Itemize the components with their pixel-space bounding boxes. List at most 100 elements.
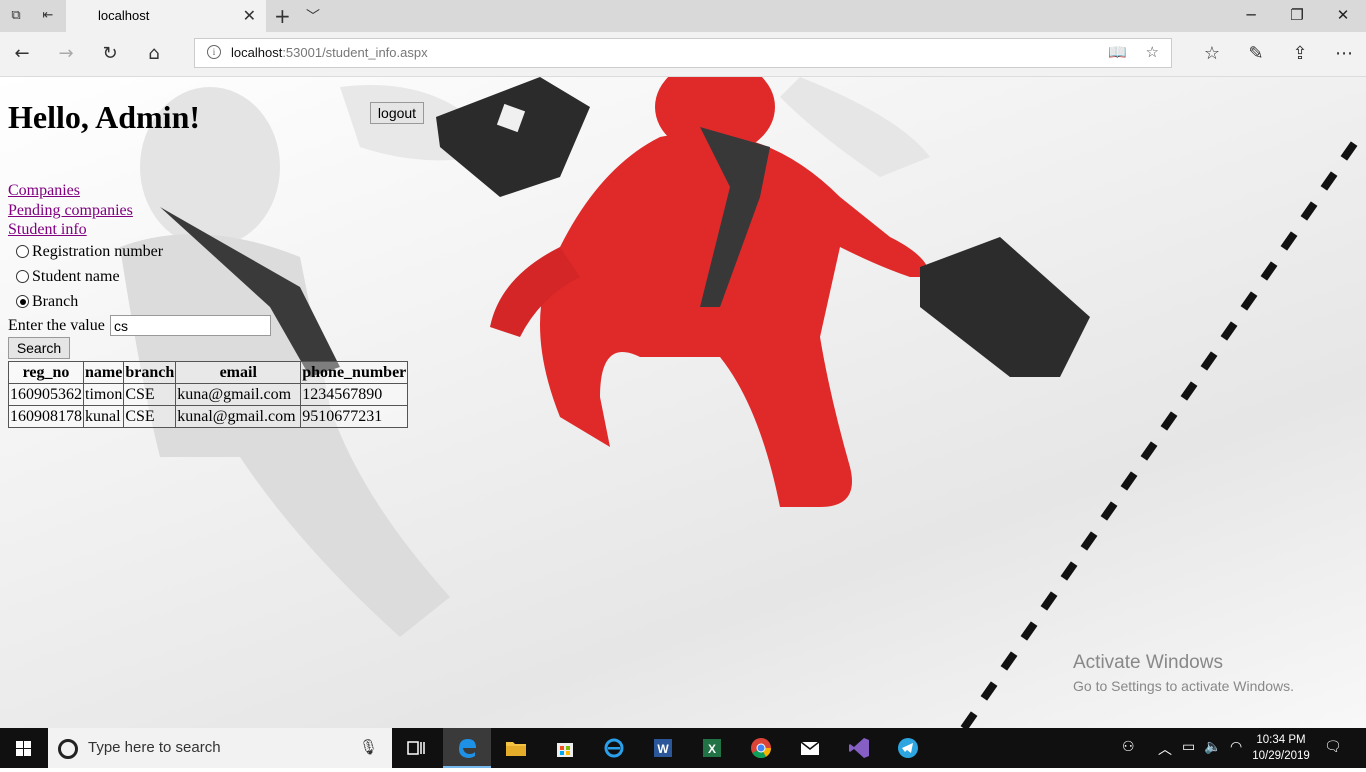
- taskbar: Type here to search 🎙 W X ⚇ ︿ ▭ 🔈 ◠ 10:3…: [0, 728, 1366, 768]
- edge-icon: [459, 739, 476, 758]
- watermark-subtitle: Go to Settings to activate Windows.: [1073, 678, 1294, 694]
- chrome-icon: [751, 738, 772, 759]
- taskbar-excel[interactable]: X: [688, 728, 736, 768]
- nav-bar: ← → ↻ ⌂ i localhost:53001/student_info.a…: [0, 32, 1366, 77]
- show-hidden-icons[interactable]: ︿: [1158, 739, 1172, 759]
- cortana-icon: [58, 739, 78, 759]
- table-cell: kuna@gmail.com: [175, 383, 302, 406]
- taskbar-search[interactable]: Type here to search 🎙: [48, 728, 392, 768]
- radio-label: Student name: [32, 268, 120, 285]
- page-title: Hello, Admin!: [8, 99, 201, 135]
- mail-icon: [800, 741, 820, 755]
- link-pending-companies[interactable]: Pending companies: [8, 201, 133, 221]
- svg-text:W: W: [657, 742, 669, 756]
- reading-view-icon[interactable]: 📖: [1108, 43, 1127, 61]
- logout-button[interactable]: logout: [370, 102, 424, 124]
- taskbar-chrome[interactable]: [737, 728, 785, 768]
- taskbar-visual-studio[interactable]: [835, 728, 883, 768]
- home-icon[interactable]: ⌂: [142, 43, 166, 65]
- url-text: localhost:53001/student_info.aspx: [231, 45, 428, 60]
- value-input[interactable]: [110, 315, 271, 336]
- tab-bar: ⧉ ⇤ localhost ✕ + ﹀ ─ ❐ ✕: [0, 0, 1366, 32]
- table-cell: CSE: [123, 383, 177, 406]
- minimize-icon[interactable]: ─: [1236, 6, 1266, 24]
- taskbar-edge[interactable]: [443, 728, 491, 768]
- taskbar-telegram[interactable]: [884, 728, 932, 768]
- taskbar-store[interactable]: [541, 728, 589, 768]
- back-icon[interactable]: ←: [10, 43, 34, 65]
- table-cell: 160905362: [8, 383, 84, 406]
- chevron-down-icon[interactable]: ﹀: [306, 6, 320, 26]
- task-view-button[interactable]: [392, 728, 440, 768]
- info-icon[interactable]: i: [207, 45, 221, 59]
- results-table: reg_no name branch email phone_number 16…: [8, 361, 409, 428]
- radio-button[interactable]: [16, 270, 29, 283]
- column-header: branch: [123, 361, 177, 384]
- start-button[interactable]: [0, 728, 48, 768]
- search-button[interactable]: Search: [8, 337, 70, 359]
- search-placeholder: Type here to search: [88, 739, 221, 756]
- pen-icon[interactable]: ✎: [1244, 43, 1268, 65]
- link-student-info[interactable]: Student info: [8, 220, 133, 240]
- link-companies[interactable]: Companies: [8, 181, 133, 201]
- taskbar-internet-explorer[interactable]: [590, 728, 638, 768]
- favorite-star-icon[interactable]: ☆: [1146, 43, 1159, 61]
- refresh-icon[interactable]: ↻: [98, 43, 122, 65]
- close-tab-icon[interactable]: ✕: [243, 6, 256, 25]
- taskbar-word[interactable]: W: [639, 728, 687, 768]
- system-clock[interactable]: 10:34 PM 10/29/2019: [1246, 732, 1316, 764]
- wifi-icon[interactable]: ◠: [1230, 739, 1242, 755]
- tabs-aside-icon[interactable]: ⇤: [38, 6, 58, 26]
- battery-icon[interactable]: ▭: [1182, 739, 1195, 755]
- tab-title: localhost: [98, 8, 150, 23]
- page-content: Hello, Admin! logout Companies Pending c…: [0, 77, 1366, 728]
- table-header-row: reg_no name branch email phone_number: [8, 361, 409, 384]
- radio-label: Branch: [32, 293, 79, 310]
- svg-text:X: X: [708, 742, 716, 756]
- radio-button-selected[interactable]: [16, 295, 29, 308]
- share-icon[interactable]: ⇪: [1288, 43, 1312, 65]
- table-cell: timon: [82, 383, 125, 406]
- checkered-line: [960, 141, 1358, 728]
- activate-windows-watermark: Activate Windows Go to Settings to activ…: [1073, 652, 1294, 694]
- table-cell: CSE: [123, 405, 177, 428]
- task-view-icon: [407, 741, 425, 755]
- column-header: email: [175, 361, 302, 384]
- forward-icon[interactable]: →: [54, 43, 78, 65]
- action-center-icon[interactable]: 🗨: [1324, 739, 1342, 755]
- people-icon[interactable]: ⚇: [1122, 739, 1135, 755]
- table-cell: 1234567890: [300, 383, 409, 406]
- more-icon[interactable]: ⋯: [1332, 43, 1356, 65]
- close-window-icon[interactable]: ✕: [1328, 6, 1358, 24]
- table-row: 160908178 kunal CSE kunal@gmail.com 9510…: [8, 405, 409, 428]
- tab-sets-icon[interactable]: ⧉: [6, 6, 26, 26]
- restore-icon[interactable]: ❐: [1282, 6, 1312, 24]
- taskbar-mail[interactable]: [786, 728, 834, 768]
- table-row: 160905362 timon CSE kuna@gmail.com 12345…: [8, 383, 409, 406]
- windows-logo-icon: [16, 741, 31, 756]
- column-header: phone_number: [300, 361, 409, 384]
- table-cell: kunal: [82, 405, 125, 428]
- clock-date: 10/29/2019: [1252, 750, 1310, 762]
- table-cell: 9510677231: [300, 405, 409, 428]
- excel-icon: X: [703, 739, 721, 757]
- browser-tab[interactable]: localhost ✕: [66, 0, 266, 32]
- volume-icon[interactable]: 🔈: [1204, 739, 1221, 755]
- watermark-title: Activate Windows: [1073, 652, 1223, 673]
- radio-label: Registration number: [32, 243, 164, 260]
- clock-time: 10:34 PM: [1256, 734, 1306, 746]
- column-header: reg_no: [8, 361, 84, 384]
- taskbar-file-explorer[interactable]: [492, 728, 540, 768]
- microphone-icon[interactable]: 🎙: [359, 738, 378, 756]
- word-icon: W: [654, 739, 672, 757]
- telegram-icon: [898, 738, 918, 758]
- nav-links: Companies Pending companies Student info: [8, 181, 133, 240]
- store-icon: [557, 743, 573, 757]
- new-tab-icon[interactable]: +: [274, 4, 291, 28]
- enter-value-label: Enter the value: [8, 317, 105, 334]
- internet-explorer-icon: [604, 738, 624, 758]
- radio-button[interactable]: [16, 245, 29, 258]
- address-bar[interactable]: i localhost:53001/student_info.aspx 📖 ☆: [194, 38, 1172, 68]
- favorites-hub-icon[interactable]: ☆: [1200, 43, 1224, 65]
- visual-studio-icon: [849, 738, 869, 758]
